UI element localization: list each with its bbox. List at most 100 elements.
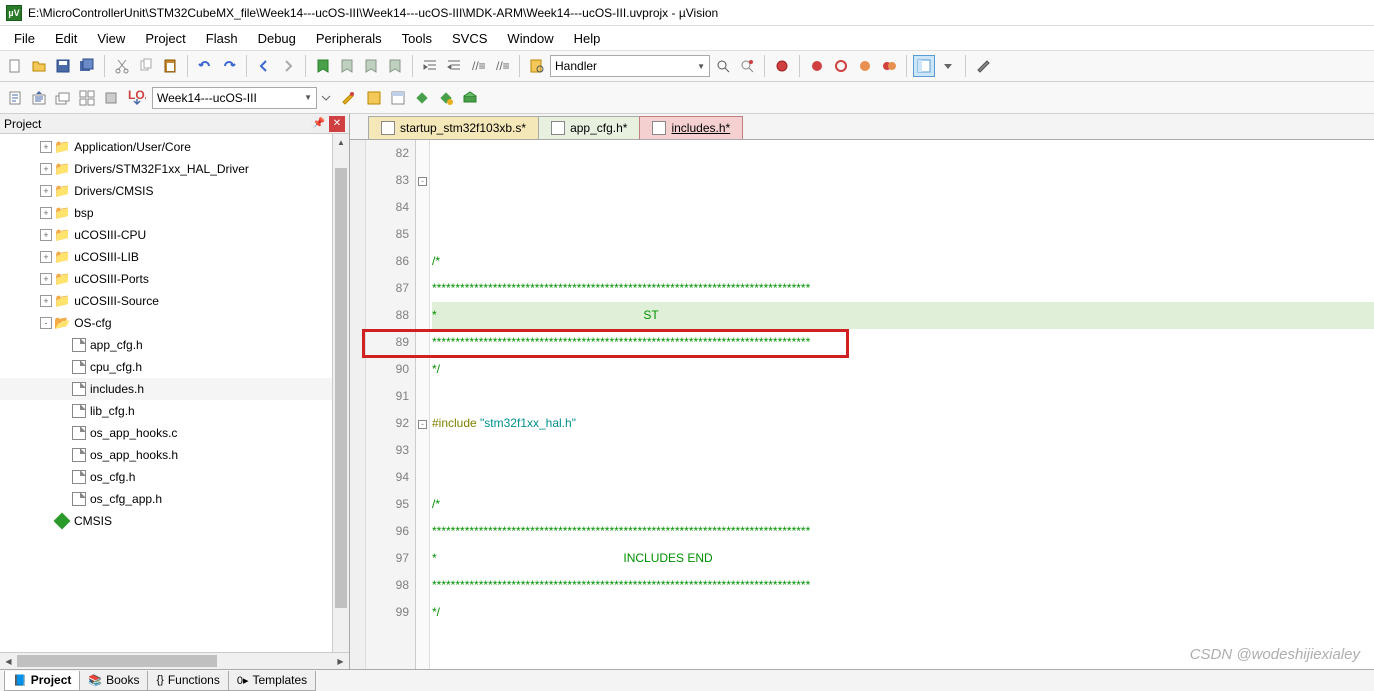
project-tree[interactable]: +📁Application/User/Core+📁Drivers/STM32F1… xyxy=(0,134,349,652)
open-file-button[interactable] xyxy=(28,55,50,77)
code-line[interactable]: /* xyxy=(432,248,1374,275)
tree-item[interactable]: CMSIS xyxy=(0,510,349,532)
indent-button[interactable] xyxy=(419,55,441,77)
code-line[interactable]: */ xyxy=(432,356,1374,383)
tree-item[interactable]: +📁uCOSIII-Source xyxy=(0,290,349,312)
bottom-tab-project[interactable]: 📘Project xyxy=(4,671,80,691)
tree-item[interactable]: lib_cfg.h xyxy=(0,400,349,422)
expand-icon[interactable]: + xyxy=(40,185,52,197)
stop-build-button[interactable] xyxy=(100,87,122,109)
tree-item[interactable]: includes.h xyxy=(0,378,349,400)
menu-flash[interactable]: Flash xyxy=(196,28,248,49)
find-next-button[interactable] xyxy=(712,55,734,77)
fold-toggle-icon[interactable]: - xyxy=(418,177,427,186)
close-icon[interactable]: ✕ xyxy=(329,116,345,132)
manage-mlayer-button[interactable] xyxy=(459,87,481,109)
expand-icon[interactable]: + xyxy=(40,251,52,263)
bottom-tab-functions[interactable]: {}Functions xyxy=(147,671,228,691)
tree-item[interactable]: +📁Drivers/CMSIS xyxy=(0,180,349,202)
batch-build-button[interactable] xyxy=(76,87,98,109)
target-combo[interactable]: Week14---ucOS-III ▼ xyxy=(152,87,317,109)
fold-toggle-icon[interactable]: - xyxy=(418,420,427,429)
code-line[interactable]: * INCLUDES END xyxy=(432,545,1374,572)
find-combo[interactable]: Handler ▼ xyxy=(550,55,710,77)
menu-svcs[interactable]: SVCS xyxy=(442,28,497,49)
code-line[interactable] xyxy=(432,437,1374,464)
scroll-left-icon[interactable]: ◀ xyxy=(0,653,17,669)
find-in-files-button[interactable] xyxy=(526,55,548,77)
menu-view[interactable]: View xyxy=(87,28,135,49)
fold-cell[interactable]: - xyxy=(416,167,429,194)
tree-item[interactable]: os_app_hooks.c xyxy=(0,422,349,444)
build-button[interactable] xyxy=(28,87,50,109)
code-line[interactable]: */ xyxy=(432,599,1374,626)
collapse-icon[interactable]: - xyxy=(40,317,52,329)
tree-item[interactable]: +📁uCOSIII-Ports xyxy=(0,268,349,290)
breakpoint-disable-button[interactable] xyxy=(854,55,876,77)
expand-icon[interactable]: + xyxy=(40,229,52,241)
copy-button[interactable] xyxy=(135,55,157,77)
menu-help[interactable]: Help xyxy=(564,28,611,49)
config-dropdown-button[interactable] xyxy=(937,55,959,77)
tree-item[interactable]: app_cfg.h xyxy=(0,334,349,356)
editor-tab[interactable]: includes.h* xyxy=(639,116,743,139)
expand-icon[interactable]: + xyxy=(40,295,52,307)
pack-installer-button[interactable] xyxy=(435,87,457,109)
code-line[interactable] xyxy=(432,653,1374,669)
breakpoint-kill-button[interactable] xyxy=(878,55,900,77)
code-line[interactable]: ****************************************… xyxy=(432,572,1374,599)
menu-window[interactable]: Window xyxy=(497,28,563,49)
tree-item[interactable]: -📂OS-cfg xyxy=(0,312,349,334)
expand-icon[interactable]: + xyxy=(40,273,52,285)
editor-tab[interactable]: startup_stm32f103xb.s* xyxy=(368,116,539,139)
code-line[interactable]: ****************************************… xyxy=(432,329,1374,356)
code-lines[interactable]: /***************************************… xyxy=(430,140,1374,669)
tree-item[interactable]: +📁Application/User/Core xyxy=(0,136,349,158)
bookmark-prev-button[interactable] xyxy=(336,55,358,77)
tree-item[interactable]: os_cfg.h xyxy=(0,466,349,488)
uncomment-button[interactable]: //≡ xyxy=(491,55,513,77)
tree-item[interactable]: os_app_hooks.h xyxy=(0,444,349,466)
fold-strip[interactable]: - - xyxy=(416,140,430,669)
code-line[interactable] xyxy=(432,221,1374,248)
code-line[interactable]: #include "stm32f1xx_hal.h" xyxy=(432,410,1374,437)
debug-button[interactable] xyxy=(771,55,793,77)
paste-button[interactable] xyxy=(159,55,181,77)
incremental-find-button[interactable] xyxy=(736,55,758,77)
rebuild-button[interactable] xyxy=(52,87,74,109)
translate-button[interactable] xyxy=(4,87,26,109)
bookmark-clear-button[interactable] xyxy=(384,55,406,77)
select-packs-button[interactable] xyxy=(411,87,433,109)
tree-item[interactable]: +📁Drivers/STM32F1xx_HAL_Driver xyxy=(0,158,349,180)
save-button[interactable] xyxy=(52,55,74,77)
undo-button[interactable] xyxy=(194,55,216,77)
tree-item[interactable]: os_cfg_app.h xyxy=(0,488,349,510)
horizontal-scrollbar[interactable]: ◀ ▶ xyxy=(0,652,349,669)
menu-project[interactable]: Project xyxy=(135,28,195,49)
outdent-button[interactable] xyxy=(443,55,465,77)
comment-button[interactable]: //≡ xyxy=(467,55,489,77)
nav-forward-button[interactable] xyxy=(277,55,299,77)
code-line[interactable] xyxy=(432,626,1374,653)
expand-icon[interactable]: + xyxy=(40,141,52,153)
code-line[interactable]: ****************************************… xyxy=(432,275,1374,302)
pin-icon[interactable]: 📌 xyxy=(311,116,327,132)
configure-button[interactable] xyxy=(972,55,994,77)
expand-icon[interactable]: + xyxy=(40,163,52,175)
expand-icon[interactable]: + xyxy=(40,207,52,219)
code-line[interactable] xyxy=(432,464,1374,491)
manage-rte-button[interactable] xyxy=(387,87,409,109)
scroll-thumb[interactable] xyxy=(17,655,217,667)
bookmark-toggle-button[interactable] xyxy=(312,55,334,77)
tree-item[interactable]: +📁bsp xyxy=(0,202,349,224)
menu-file[interactable]: File xyxy=(4,28,45,49)
save-all-button[interactable] xyxy=(76,55,98,77)
tree-item[interactable]: +📁uCOSIII-CPU xyxy=(0,224,349,246)
menu-tools[interactable]: Tools xyxy=(392,28,442,49)
bottom-tab-books[interactable]: 📚Books xyxy=(79,671,148,691)
nav-back-button[interactable] xyxy=(253,55,275,77)
menu-debug[interactable]: Debug xyxy=(248,28,306,49)
vertical-scrollbar[interactable]: ▲ xyxy=(332,134,349,652)
scroll-up-icon[interactable]: ▲ xyxy=(333,134,349,151)
tree-item[interactable]: +📁uCOSIII-LIB xyxy=(0,246,349,268)
